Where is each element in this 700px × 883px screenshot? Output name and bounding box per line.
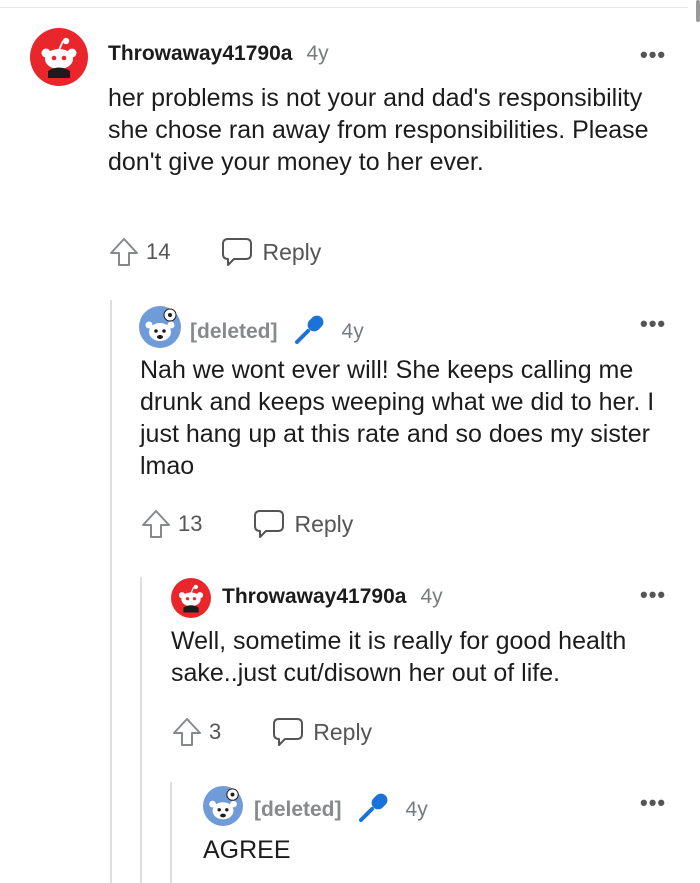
reply-label: Reply — [313, 718, 373, 745]
more-options-icon[interactable]: ••• — [640, 313, 666, 335]
username[interactable]: [deleted] — [254, 798, 342, 822]
thread-line[interactable] — [110, 300, 112, 883]
timestamp: 4y — [341, 319, 364, 343]
timestamp: 4y — [306, 42, 329, 65]
username[interactable]: [deleted] — [190, 320, 278, 344]
vote-count: 14 — [146, 239, 171, 264]
scrollbar[interactable] — [696, 0, 700, 22]
username[interactable]: Throwaway41790a — [108, 42, 292, 66]
timestamp: 4y — [405, 797, 428, 821]
reply-button[interactable]: Reply — [252, 508, 353, 540]
upvote-arrow-icon — [142, 510, 170, 538]
thread-line[interactable] — [140, 577, 142, 883]
deleted-user-avatar-icon — [203, 786, 243, 826]
reply-button[interactable]: Reply — [220, 236, 321, 268]
comment-body: AGREE — [203, 836, 291, 864]
avatar[interactable] — [203, 786, 243, 831]
vote-count: 3 — [209, 719, 222, 744]
speech-bubble-icon — [273, 718, 304, 746]
microphone-icon — [294, 314, 326, 349]
upvote-button[interactable]: 3 — [171, 716, 221, 748]
speech-bubble-icon — [222, 238, 253, 266]
more-options-icon[interactable]: ••• — [640, 44, 666, 66]
reply-label: Reply — [294, 510, 354, 537]
upvote-arrow-icon — [110, 238, 138, 266]
speech-bubble-icon — [254, 510, 285, 538]
thread-line[interactable] — [170, 782, 172, 883]
username[interactable]: Throwaway41790a — [222, 585, 406, 609]
comment-body: Well, sometime it is really for good hea… — [171, 627, 627, 687]
more-options-icon[interactable]: ••• — [640, 792, 666, 814]
comment-body: her problems is not your and dad's respo… — [108, 84, 649, 176]
reply-label: Reply — [262, 238, 322, 265]
microphone-icon — [358, 792, 390, 827]
deleted-user-avatar-icon — [139, 306, 181, 348]
avatar[interactable] — [30, 28, 88, 91]
reply-button[interactable]: Reply — [271, 716, 372, 748]
upvote-arrow-icon — [173, 718, 201, 746]
more-options-icon[interactable]: ••• — [640, 584, 666, 606]
comment-body: Nah we wont ever will! She keeps calling… — [140, 356, 655, 480]
timestamp: 4y — [420, 585, 443, 608]
upvote-button[interactable]: 13 — [140, 508, 202, 540]
top-divider — [0, 7, 688, 8]
snoo-avatar-icon — [30, 28, 88, 86]
snoo-avatar-icon — [171, 578, 211, 618]
avatar[interactable] — [171, 578, 211, 623]
vote-count: 13 — [178, 511, 203, 536]
avatar[interactable] — [139, 306, 181, 353]
upvote-button[interactable]: 14 — [108, 236, 170, 268]
